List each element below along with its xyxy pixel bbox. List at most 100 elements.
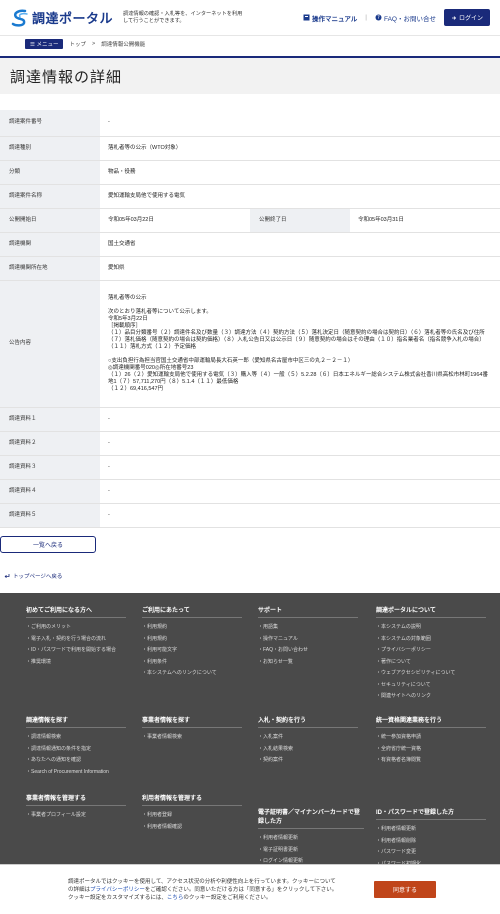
footer-link[interactable]: 契約案件	[263, 757, 358, 764]
footer-link[interactable]: 本システムの説明	[381, 624, 486, 631]
footer-link[interactable]: ウェブアクセシビリティについて	[381, 670, 486, 677]
back-to-list-button[interactable]: 一覧へ戻る	[0, 536, 96, 553]
book-icon	[303, 14, 310, 21]
back-to-top-link[interactable]: トップページへ戻る	[4, 572, 62, 580]
manual-label: 操作マニュアル	[311, 15, 358, 23]
footer-col-beginners: 初めてご利用になる方へ ご利用のメリット電子入札・契約を行う場合の流れ ID・パス…	[26, 605, 126, 670]
footer-link[interactable]: 利用規約	[147, 636, 242, 643]
row-label: 調達資料１	[0, 407, 100, 432]
footer-heading: 事業者情報を探す	[142, 715, 242, 728]
footer-heading: 統一資格関連業務を行う	[376, 715, 486, 728]
row-label: 調達種別	[0, 136, 100, 161]
row-value: -	[100, 479, 500, 504]
footer-link[interactable]: 統一参加資格申請	[381, 734, 486, 741]
footer-link[interactable]: 入札結果検索	[263, 746, 358, 753]
footer-link[interactable]: セキュリティについて	[381, 682, 486, 689]
row-value: -	[100, 407, 500, 432]
footer-heading[interactable]: 調達ポータルについて	[376, 605, 486, 618]
table-row: 調達資料２-	[0, 431, 500, 456]
footer-link[interactable]: FAQ・お問い合わせ	[263, 647, 358, 654]
row-label: 公開開始日	[0, 208, 100, 233]
footer-heading[interactable]: ご利用にあたって	[142, 605, 242, 618]
table-row: 調達機関 国土交通省	[0, 232, 500, 257]
footer-link[interactable]: プライバシーポリシー	[381, 647, 486, 654]
cookie-message: 調達ポータルではクッキーを使用して、アクセス状況の分析や利便性向上を行っています…	[68, 878, 338, 902]
footer-link[interactable]: 電子入札・契約を行う場合の流れ	[31, 636, 126, 643]
footer-heading: 利用者情報を管理する	[142, 793, 242, 806]
menu-label: メニュー	[36, 42, 59, 48]
row-value: 落札者等の公示（WTO対象）	[100, 136, 500, 161]
footer-link[interactable]: 全府省庁統一資格	[381, 746, 486, 753]
site-tagline: 調達情報の確認・入札等を、インターネットを利用して行うことができます。	[123, 10, 243, 24]
row-label: 公告内容	[0, 280, 100, 408]
logo-text: 調達ポータル	[32, 11, 114, 26]
footer-link[interactable]: Search of Procurement Information	[31, 769, 126, 776]
footer-link[interactable]: 利用者情報更新	[381, 826, 486, 833]
question-icon: ?	[375, 14, 382, 21]
breadcrumb-top[interactable]: トップ	[69, 40, 86, 48]
table-row: 調達資料１-	[0, 407, 500, 432]
menu-button[interactable]: ☰ メニュー	[25, 39, 64, 49]
footer-link[interactable]: 利用可能文字	[147, 647, 242, 654]
footer-col-search-procurement: 調達情報を探す 調達情報検索調達情報通知の条件を指定あなたへの通知を確認 Sear…	[26, 715, 126, 780]
footer-link[interactable]: 利用規約	[147, 624, 242, 631]
back-to-list-label: 一覧へ戻る	[32, 543, 63, 549]
footer-link[interactable]: 利用者情報確認	[147, 824, 242, 831]
row-value: -	[100, 110, 500, 137]
footer-link[interactable]: 事業者情報検索	[147, 734, 242, 741]
footer-link[interactable]: 操作マニュアル	[263, 636, 358, 643]
footer-link[interactable]: 調達情報検索	[31, 734, 126, 741]
footer-link[interactable]: 電子証明書更新	[263, 847, 364, 854]
page-title: 調達情報の詳細	[10, 68, 123, 86]
footer-col-certificate-users: 電子証明書／マイナンバーカードで登録した方 利用者情報更新電子証明書更新ログイン…	[258, 807, 364, 870]
footer-link[interactable]: 利用者情報更新	[263, 835, 364, 842]
page-title-band: 調達情報の詳細	[0, 56, 500, 94]
footer-heading[interactable]: サポート	[258, 605, 358, 618]
footer-link[interactable]: ご利用のメリット	[31, 624, 126, 631]
return-arrow-icon	[4, 574, 10, 578]
footer-link[interactable]: あなたへの通知を確認	[31, 757, 126, 764]
manual-link[interactable]: 操作マニュアル	[303, 13, 357, 23]
footer-col-password-users: ID・パスワードで登録した方 利用者情報更新利用者情報削除パスワード変更パスワー…	[376, 807, 486, 872]
privacy-policy-link[interactable]: プライバシーポリシー	[90, 887, 145, 893]
faq-link[interactable]: ? FAQ・お問い合せ	[375, 13, 436, 23]
site-header: 調達ポータル 調達情報の確認・入札等を、インターネットを利用して行うことができま…	[0, 0, 500, 36]
table-row: 調達機関所在地 愛知県	[0, 256, 500, 281]
footer-link[interactable]: 本システムの対象範囲	[381, 636, 486, 643]
detail-table: 調達案件番号 - 調達種別 落札者等の公示（WTO対象） 分類 物品・役務 調達案件名…	[0, 110, 500, 528]
footer-heading: 電子証明書／マイナンバーカードで登録した方	[258, 807, 364, 829]
footer-link[interactable]: 調達情報通知の条件を指定	[31, 746, 126, 753]
footer-link[interactable]: パスワード変更	[381, 849, 486, 856]
row-value: -	[100, 503, 500, 528]
footer-heading: 入札・契約を行う	[258, 715, 358, 728]
footer-heading[interactable]: 初めてご利用になる方へ	[26, 605, 126, 618]
footer-heading: 事業者情報を管理する	[26, 793, 126, 806]
footer-link[interactable]: 利用条件	[147, 659, 242, 666]
cookie-agree-button[interactable]: 同意する	[374, 881, 436, 898]
cookie-settings-link[interactable]: こちら	[167, 895, 184, 901]
footer-col-usage: ご利用にあたって 利用規約利用規約利用可能文字利用条件本システムへのリンクについ…	[142, 605, 242, 682]
footer-col-qualification: 統一資格関連業務を行う 統一参加資格申請全府省庁統一資格有資格者名簿閲覧	[376, 715, 486, 769]
footer-heading: ID・パスワードで登録した方	[376, 807, 486, 820]
back-to-top-label: トップページへ戻る	[13, 574, 63, 580]
login-button[interactable]: ログイン	[443, 9, 490, 26]
breadcrumb-current: 調達情報公開機能	[101, 42, 146, 48]
table-row: 公開開始日 令和05年03月22日 公開終了日 令和05年03月31日	[0, 208, 500, 233]
row-label: 公開終了日	[250, 208, 350, 233]
table-row: 調達種別 落札者等の公示（WTO対象）	[0, 136, 500, 161]
footer-link[interactable]: 入札案件	[263, 734, 358, 741]
footer-link[interactable]: 事業者プロフィール設定	[31, 812, 126, 819]
footer-link[interactable]: 関連サイトへのリンク	[381, 693, 486, 700]
footer-link[interactable]: 著作について	[381, 659, 486, 666]
footer-link[interactable]: 有資格者名簿閲覧	[381, 757, 486, 764]
footer-link[interactable]: お知らせ一覧	[263, 659, 358, 666]
row-value: -	[100, 455, 500, 480]
footer-link[interactable]: 利用者情報削除	[381, 838, 486, 845]
footer-link[interactable]: 用語集	[263, 624, 358, 631]
row-label: 調達案件名称	[0, 184, 100, 209]
footer-link[interactable]: ID・パスワードで利用を開始する場合	[31, 647, 126, 654]
footer-link[interactable]: 推奨環境	[31, 659, 126, 666]
site-logo[interactable]: 調達ポータル	[10, 8, 113, 28]
footer-link[interactable]: 本システムへのリンクについて	[147, 670, 242, 677]
footer-link[interactable]: 利用者登録	[147, 812, 242, 819]
